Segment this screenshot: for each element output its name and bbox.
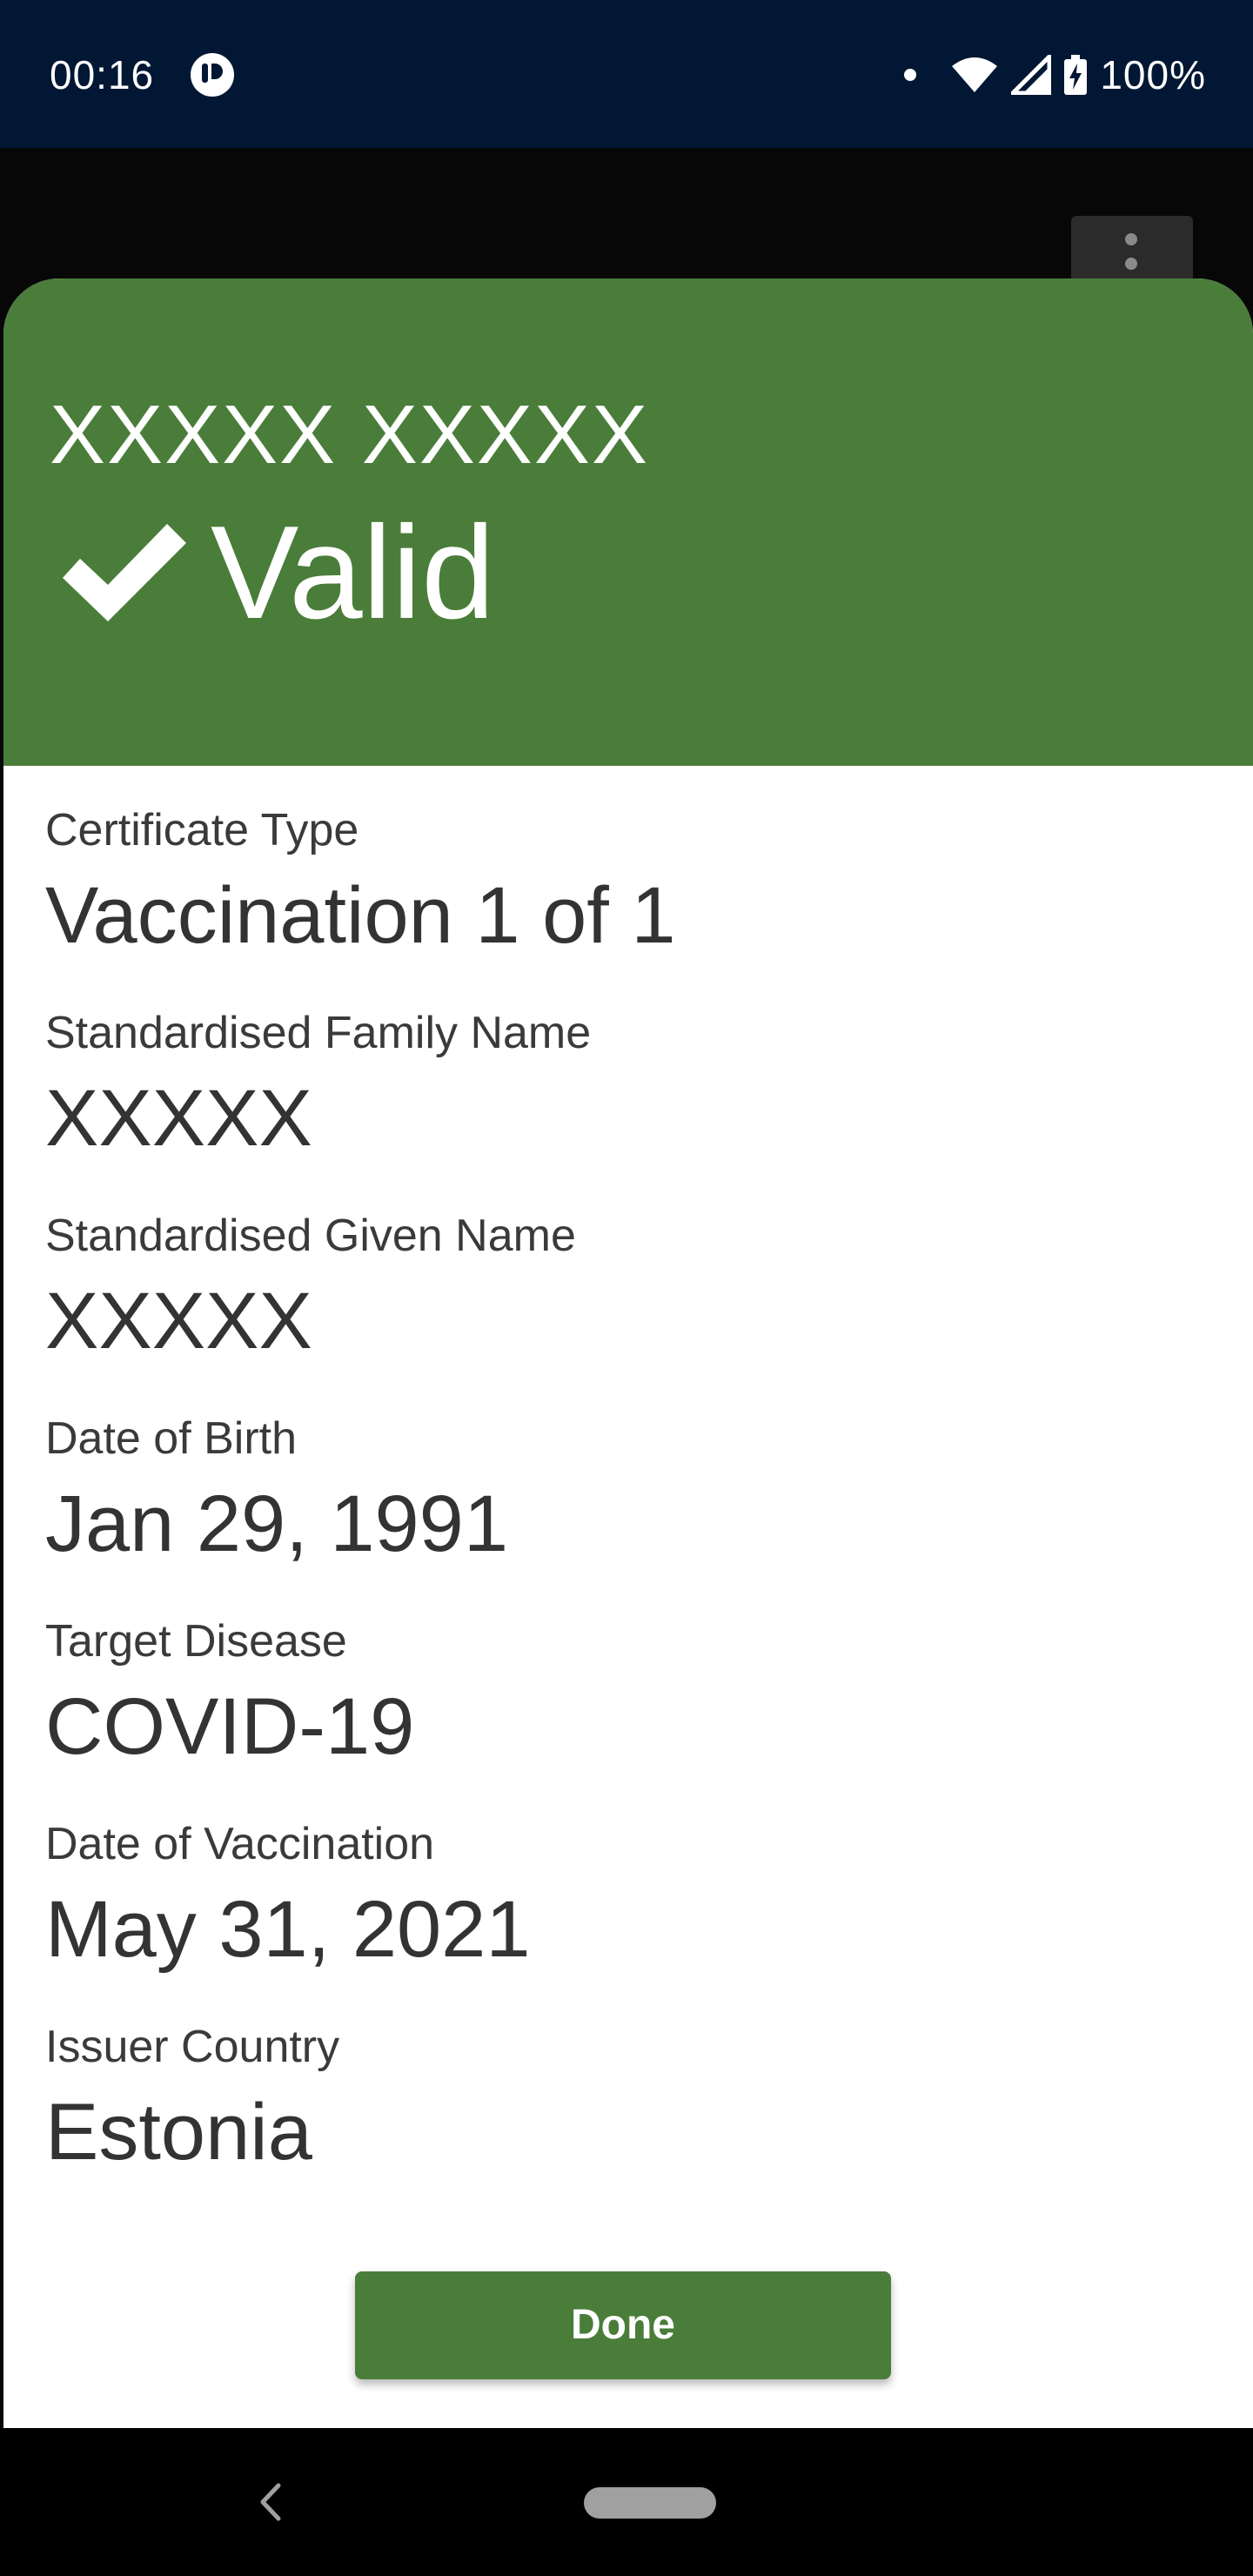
field-family-name: Standardised Family Name XXXXX [45,1003,1203,1206]
field-label: Date of Vaccination [45,1819,435,1869]
field-given-name: Standardised Given Name XXXXX [45,1206,1203,1409]
app-icon [191,53,234,97]
validity-header: XXXXX XXXXX Valid [3,278,1253,766]
field-issuer-country: Issuer Country Estonia [45,2017,1203,2220]
field-value: XXXXX [45,1277,312,1365]
signal-icon [1011,55,1052,95]
home-pill-icon[interactable] [584,2487,716,2519]
wifi-icon [952,57,998,92]
field-value: XXXXX [45,1074,312,1163]
back-icon[interactable] [258,2480,284,2524]
field-value: Estonia [45,2088,312,2177]
check-icon [63,524,186,621]
field-label: Target Disease [45,1616,347,1667]
status-bar: 00:16 100% [0,0,1253,148]
status-right-cluster: 100% [901,49,1206,101]
holder-name: XXXXX XXXXX [50,388,649,481]
field-date-of-vaccination: Date of Vaccination May 31, 2021 [45,1815,1203,2017]
field-target-disease: Target Disease COVID-19 [45,1612,1203,1815]
field-certificate-type: Certificate Type Vaccination 1 of 1 [45,801,1203,1003]
battery-percentage: 100% [1100,52,1206,97]
field-value: Vaccination 1 of 1 [45,871,676,960]
navigation-bar [0,2428,1253,2576]
status-time: 00:16 [50,52,155,97]
notification-dot-icon [904,69,917,81]
screen: 00:16 100% XXXXX XXXXX Valid Certificate… [0,0,1253,2576]
field-label: Standardised Family Name [45,1008,592,1058]
field-value: May 31, 2021 [45,1885,531,1974]
field-value: COVID-19 [45,1682,415,1771]
field-label: Certificate Type [45,805,359,855]
certificate-fields: Certificate Type Vaccination 1 of 1 Stan… [45,801,1203,2220]
field-date-of-birth: Date of Birth Jan 29, 1991 [45,1409,1203,1612]
battery-charging-icon [1064,55,1088,95]
field-label: Issuer Country [45,2022,340,2072]
field-label: Date of Birth [45,1413,298,1464]
validity-status-label: Valid [211,499,495,647]
field-label: Standardised Given Name [45,1211,576,1261]
validity-status: Valid [57,503,495,642]
field-value: Jan 29, 1991 [45,1479,509,1568]
done-button[interactable]: Done [355,2271,891,2379]
